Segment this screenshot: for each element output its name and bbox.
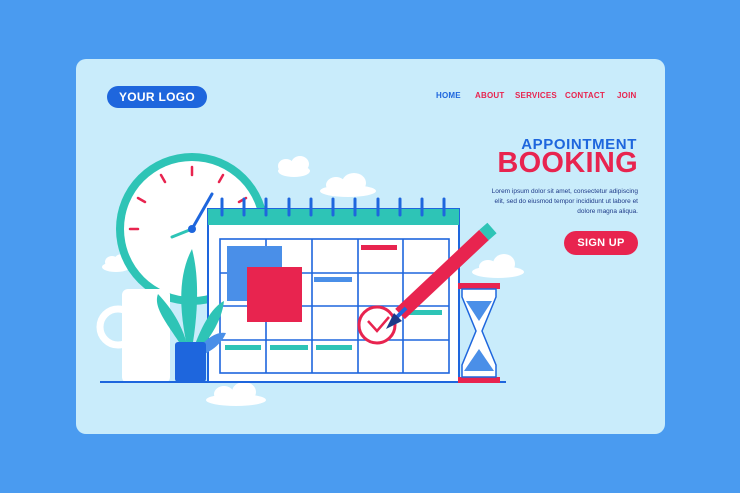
nav-join[interactable]: JOIN — [617, 89, 636, 103]
signup-button[interactable]: SIGN UP — [564, 231, 638, 255]
hero-description: Lorem ipsum dolor sit amet, consectetur … — [491, 188, 638, 215]
nav-home[interactable]: HOME — [436, 89, 461, 103]
hero-title: BOOKING — [497, 147, 638, 179]
nav-contact[interactable]: CONTACT — [565, 89, 605, 103]
cloud-icon — [206, 382, 266, 406]
nav-about[interactable]: ABOUT — [475, 89, 504, 103]
cloud-icon — [278, 156, 310, 177]
hourglass-icon — [458, 283, 500, 383]
cloud-icon — [320, 173, 376, 197]
nav-services[interactable]: SERVICES — [515, 89, 557, 103]
cloud-icon — [472, 254, 524, 278]
top-nav: HOME ABOUT SERVICES CONTACT JOIN — [76, 89, 665, 103]
landing-card: YOUR LOGO HOME ABOUT SERVICES CONTACT JO… — [76, 59, 665, 434]
